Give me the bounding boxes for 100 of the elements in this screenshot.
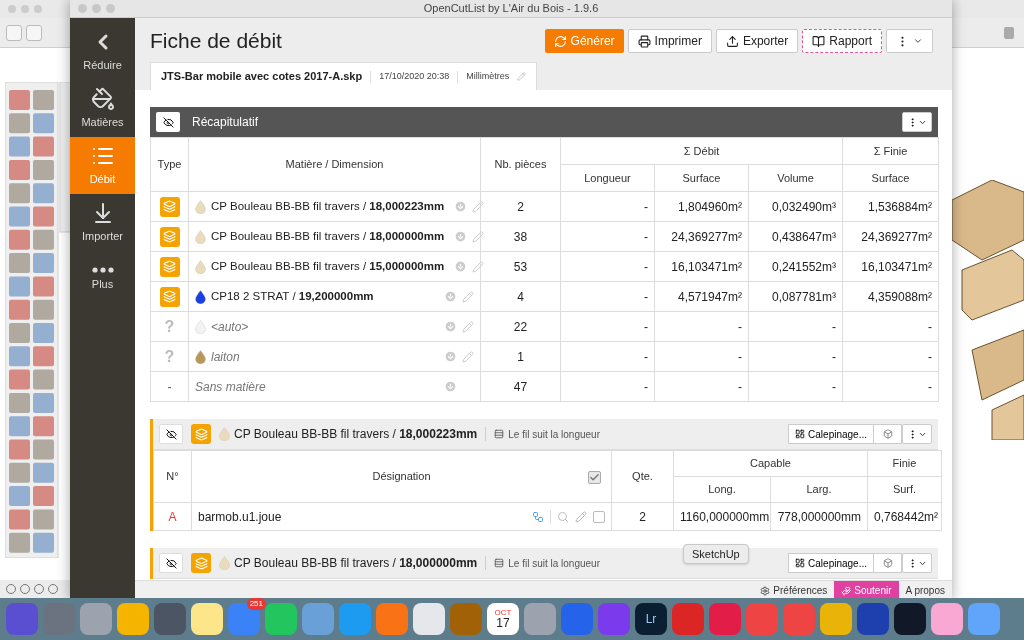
hide-button[interactable] bbox=[159, 424, 183, 444]
app-icon[interactable] bbox=[857, 603, 889, 635]
app-icon[interactable] bbox=[524, 603, 556, 635]
column-header: Matière / Dimension bbox=[188, 137, 481, 192]
part-checkbox[interactable] bbox=[593, 510, 605, 523]
hide-button[interactable] bbox=[159, 553, 183, 573]
table-cell: 47 bbox=[480, 371, 561, 402]
sidebar-item[interactable]: Matières bbox=[70, 80, 135, 137]
layout-button[interactable]: Calepinage... bbox=[788, 553, 874, 573]
search-icon[interactable] bbox=[557, 510, 569, 523]
table-cell: 0,241552m³ bbox=[748, 251, 843, 282]
summary-menu-button[interactable] bbox=[902, 112, 932, 132]
table-cell: 4,571947m² bbox=[654, 281, 749, 312]
download-icon[interactable] bbox=[454, 230, 468, 243]
app-icon[interactable] bbox=[191, 603, 223, 635]
calendar-month: OCT bbox=[494, 609, 512, 617]
pencil-icon[interactable] bbox=[575, 510, 587, 523]
grain-icon bbox=[494, 429, 505, 439]
download-icon[interactable] bbox=[444, 320, 457, 333]
app-icon[interactable] bbox=[265, 603, 297, 635]
tooltip: SketchUp bbox=[683, 544, 749, 564]
material-type-icon bbox=[159, 196, 180, 217]
layout-icon bbox=[795, 558, 806, 568]
cube-button[interactable] bbox=[874, 553, 902, 573]
table-cell: 16,103471m² bbox=[654, 251, 749, 282]
book-icon bbox=[812, 34, 826, 48]
grain-label: Le fil suit la longueur bbox=[508, 556, 600, 571]
material-name: CP Bouleau BB-BB fil travers / 18,000000mm bbox=[211, 228, 445, 244]
group-menu-button[interactable] bbox=[902, 424, 932, 444]
download-icon[interactable] bbox=[444, 380, 457, 393]
hide-button[interactable] bbox=[156, 112, 180, 132]
pencil-icon[interactable] bbox=[517, 72, 527, 81]
unit-label: Millimètres bbox=[466, 69, 510, 83]
footer-link[interactable]: Préférences bbox=[753, 581, 835, 600]
refresh-icon bbox=[553, 34, 567, 48]
part-name: barmob.u1.joue bbox=[198, 508, 282, 526]
footer-link[interactable]: A propos bbox=[898, 581, 952, 600]
summary-title: Récapitulatif bbox=[192, 114, 259, 131]
notification-badge: 251 bbox=[246, 598, 266, 610]
download-icon[interactable] bbox=[454, 260, 468, 273]
eye-off-icon bbox=[165, 557, 177, 569]
sidebar-item[interactable]: Réduire bbox=[70, 23, 135, 80]
material-name: CP Bouleau BB-BB fil travers / 18,000223mm bbox=[211, 198, 445, 214]
app-icon[interactable] bbox=[820, 603, 852, 635]
export-button[interactable]: Exporter bbox=[715, 29, 799, 53]
app-icon[interactable] bbox=[931, 603, 963, 635]
pencil-icon[interactable] bbox=[472, 230, 485, 243]
footer-link[interactable]: Soutenir bbox=[834, 581, 899, 600]
sidebar-item[interactable]: Importer bbox=[70, 194, 135, 251]
app-icon[interactable] bbox=[117, 603, 149, 635]
pencil-icon[interactable] bbox=[462, 290, 474, 303]
table-cell: - bbox=[748, 341, 843, 372]
sidebar-item[interactable]: Plus bbox=[70, 251, 135, 308]
caret-icon bbox=[913, 36, 923, 46]
table-cell: - bbox=[560, 221, 655, 252]
group-title: CP Bouleau BB-BB fil travers / 18,000223mm bbox=[234, 426, 478, 443]
icon-label: 17 bbox=[496, 617, 510, 629]
pencil-icon[interactable] bbox=[462, 320, 474, 333]
material-type-icon bbox=[159, 256, 180, 277]
report-button[interactable]: Rapport bbox=[802, 29, 882, 53]
icon-label: Lr bbox=[645, 613, 657, 625]
material-type-icon bbox=[191, 553, 211, 573]
no-type: - bbox=[167, 378, 172, 396]
download-icon[interactable] bbox=[444, 290, 457, 303]
app-icon[interactable] bbox=[80, 603, 112, 635]
document-tab[interactable]: JTS-Bar mobile avec cotes 2017-A.skp 17/10/2020 20:38 Millimètres bbox=[150, 62, 538, 90]
app-icon[interactable] bbox=[894, 603, 926, 635]
download-icon[interactable] bbox=[454, 200, 468, 213]
pencil-icon[interactable] bbox=[462, 350, 474, 363]
settings-icon bbox=[760, 585, 771, 596]
table-cell: - bbox=[560, 191, 655, 222]
network-icon bbox=[532, 510, 544, 523]
app-icon[interactable]: Lr bbox=[635, 603, 667, 635]
table-cell: 1160,000000mm bbox=[673, 502, 771, 531]
material-type-icon bbox=[191, 424, 211, 444]
group-menu-button[interactable] bbox=[902, 553, 932, 573]
app-icon[interactable]: OCT 17 bbox=[487, 603, 519, 635]
column-header: Type bbox=[150, 137, 189, 192]
download-icon[interactable] bbox=[444, 350, 457, 363]
table-cell: 1,804960m² bbox=[654, 191, 749, 222]
table-cell: 4,359088m² bbox=[842, 281, 939, 312]
unknown-type: ? bbox=[164, 316, 175, 337]
app-icon[interactable] bbox=[154, 603, 186, 635]
table-cell: - bbox=[560, 251, 655, 282]
pencil-icon[interactable] bbox=[472, 260, 485, 273]
menu-button[interactable] bbox=[886, 29, 933, 53]
table-cell: 4 bbox=[480, 281, 561, 312]
select-all-checkbox[interactable] bbox=[588, 471, 601, 484]
column-header: Qte. bbox=[611, 450, 674, 503]
table-cell: 1,536884m² bbox=[842, 191, 939, 222]
toolbar-icon[interactable] bbox=[1004, 26, 1014, 39]
pencil-icon[interactable] bbox=[472, 200, 485, 213]
print-button[interactable]: Imprimer bbox=[627, 29, 712, 53]
cube-button[interactable] bbox=[874, 424, 902, 444]
app-icon[interactable] bbox=[413, 603, 445, 635]
group-title: CP Bouleau BB-BB fil travers / 18,000000mm bbox=[234, 555, 478, 572]
window-title: OpenCutList by L'Air du Bois - 1.9.6 bbox=[423, 1, 599, 17]
column-header: N° bbox=[153, 450, 192, 503]
layout-button[interactable]: Calepinage... bbox=[788, 424, 874, 444]
material-name: laiton bbox=[211, 348, 240, 366]
